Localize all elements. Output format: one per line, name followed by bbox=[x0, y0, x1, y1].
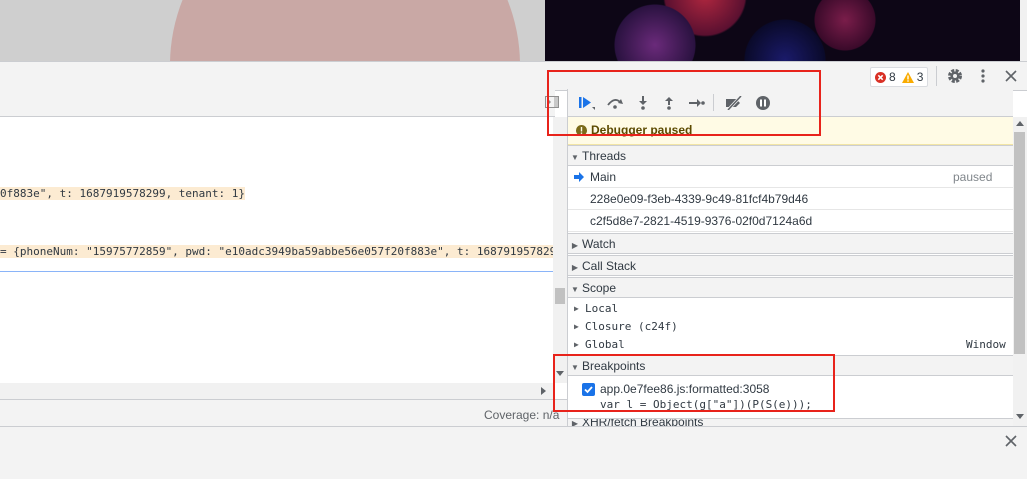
warning-count: 3 bbox=[916, 70, 924, 84]
close-devtools-icon[interactable] bbox=[1005, 70, 1017, 82]
thread-name: c2f5d8e7-2821-4519-9376-02f0d7124a6d bbox=[590, 214, 813, 228]
drawer-content bbox=[0, 454, 1027, 479]
execution-line bbox=[0, 271, 553, 272]
thread-item[interactable]: 228e0e09-f3eb-4339-9c49-81fcf4b79d46 bbox=[568, 188, 1013, 210]
devtools-topbar: 8 3 bbox=[0, 61, 1027, 91]
code-editor[interactable]: 0f883e", t: 1687919578299, tenant: 1} = … bbox=[0, 117, 557, 383]
expand-triangle-icon: ▼ bbox=[571, 153, 579, 162]
thread-item[interactable]: c2f5d8e7-2821-4519-9376-02f0d7124a6d bbox=[568, 210, 1013, 232]
collapse-triangle-icon: ▶ bbox=[574, 304, 579, 313]
close-drawer-icon[interactable] bbox=[1005, 435, 1017, 447]
watch-section-header[interactable]: ▶ Watch bbox=[568, 233, 1013, 254]
scope-item-global[interactable]: ▶ Global Window bbox=[568, 336, 1013, 354]
thread-name: 228e0e09-f3eb-4339-9c49-81fcf4b79d46 bbox=[590, 192, 809, 206]
page-content-image bbox=[545, 0, 1020, 61]
current-thread-arrow-icon bbox=[574, 172, 584, 182]
warning-icon bbox=[901, 71, 914, 83]
sidebar-scroll-thumb[interactable] bbox=[1014, 132, 1025, 354]
scope-name: Global bbox=[585, 338, 625, 351]
thread-name: Main bbox=[590, 170, 617, 184]
scope-section-header[interactable]: ▼ Scope bbox=[568, 277, 1013, 298]
scroll-thumb[interactable] bbox=[555, 288, 565, 304]
annotation-box-toolbar bbox=[547, 70, 821, 136]
scroll-right-icon[interactable] bbox=[541, 387, 547, 395]
scope-title: Scope bbox=[582, 281, 617, 295]
code-line-paused-value: = {phoneNum: "15975772859", pwd: "e10adc… bbox=[0, 245, 557, 258]
editor-status-bar: Coverage: n/a bbox=[0, 399, 567, 427]
collapse-triangle-icon: ▶ bbox=[571, 419, 579, 426]
xhr-breakpoints-title: XHR/fetch Breakpoints bbox=[582, 418, 704, 426]
thread-item-main[interactable]: Main paused bbox=[568, 166, 1013, 188]
scope-value: Window bbox=[966, 338, 1006, 351]
page-graphic bbox=[170, 0, 520, 61]
code-line-inline-value: 0f883e", t: 1687919578299, tenant: 1} bbox=[0, 187, 246, 200]
annotation-box-breakpoints bbox=[553, 354, 835, 412]
coverage-label: Coverage: n/a bbox=[484, 408, 560, 422]
scope-name: Local bbox=[585, 302, 619, 315]
editor-toolbar bbox=[0, 89, 559, 117]
collapse-triangle-icon: ▶ bbox=[574, 322, 579, 331]
collapse-triangle-icon: ▶ bbox=[571, 263, 579, 272]
threads-title: Threads bbox=[582, 149, 627, 163]
scope-item-local[interactable]: ▶ Local bbox=[568, 300, 1013, 318]
threads-section-header[interactable]: ▼ Threads bbox=[568, 145, 1013, 166]
toolbar-divider bbox=[936, 66, 937, 86]
xhr-breakpoints-section-header[interactable]: ▶ XHR/fetch Breakpoints bbox=[568, 418, 1013, 426]
code-vertical-scrollbar[interactable] bbox=[553, 117, 567, 383]
error-count: 8 bbox=[889, 70, 896, 84]
scope-item-closure[interactable]: ▶ Closure (c24f) bbox=[568, 318, 1013, 336]
callstack-title: Call Stack bbox=[582, 259, 637, 273]
more-options-icon[interactable] bbox=[980, 68, 986, 84]
collapse-triangle-icon: ▶ bbox=[574, 340, 579, 349]
page-scrollbar[interactable] bbox=[1020, 0, 1027, 61]
code-horizontal-scrollbar[interactable] bbox=[0, 383, 553, 399]
expand-triangle-icon: ▼ bbox=[571, 285, 579, 294]
page-content-left bbox=[0, 0, 545, 61]
scope-name: Closure (c24f) bbox=[585, 320, 678, 333]
warning-badge: 3 bbox=[901, 70, 924, 84]
scroll-down-icon[interactable] bbox=[1016, 414, 1024, 420]
scroll-up-icon[interactable] bbox=[1016, 121, 1024, 127]
thread-status: paused bbox=[953, 170, 993, 184]
collapse-triangle-icon: ▶ bbox=[571, 241, 579, 250]
error-icon bbox=[875, 71, 886, 83]
error-badge: 8 bbox=[875, 70, 896, 84]
callstack-section-header[interactable]: ▶ Call Stack bbox=[568, 255, 1013, 276]
watch-title: Watch bbox=[582, 237, 616, 251]
issues-counter[interactable]: 8 3 bbox=[870, 67, 929, 87]
gear-icon[interactable] bbox=[946, 67, 964, 85]
drawer-toolbar bbox=[0, 426, 1027, 455]
